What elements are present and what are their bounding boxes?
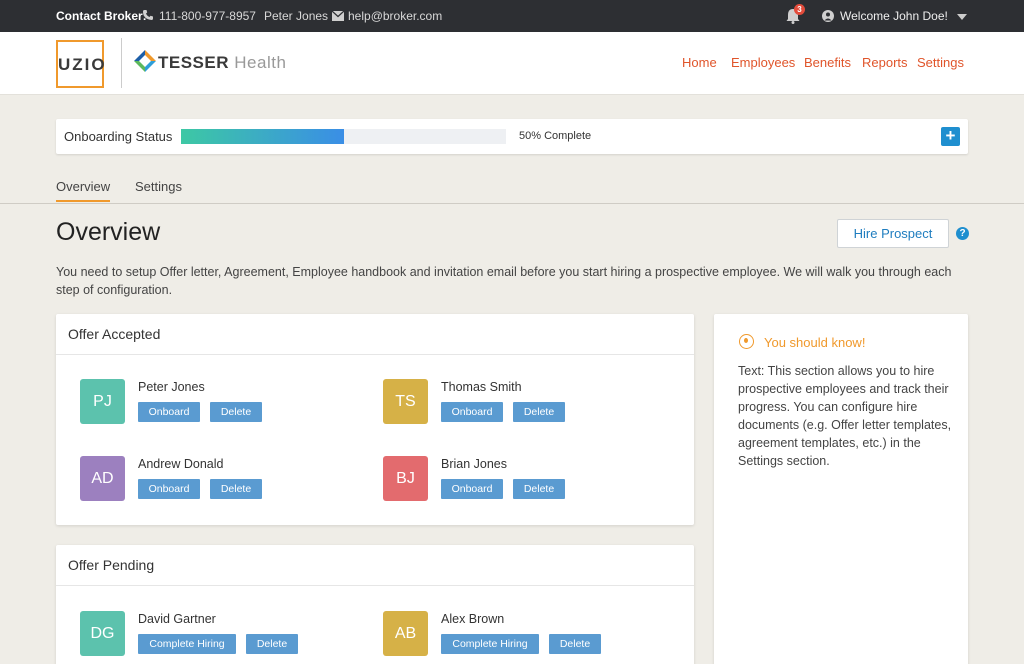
onboarding-status-label: Onboarding Status	[64, 129, 173, 144]
onboard-button[interactable]: Onboard	[441, 479, 503, 499]
nav-home[interactable]: Home	[682, 55, 717, 70]
onboarding-status-card: Onboarding Status 50% Complete +	[56, 119, 968, 154]
tesser-health-logo: TESSER Health	[158, 53, 286, 73]
uzio-logo-text: UZIO	[58, 55, 107, 75]
avatar[interactable]: AB	[383, 611, 428, 656]
onboarding-progress-bar	[181, 129, 506, 144]
tesser-suffix-text: Health	[234, 53, 287, 72]
location-pin-icon	[739, 334, 754, 349]
delete-button[interactable]: Delete	[549, 634, 601, 654]
offer-accepted-title: Offer Accepted	[68, 326, 161, 342]
employee-name: Brian Jones	[441, 457, 508, 471]
nav-benefits[interactable]: Benefits	[804, 55, 851, 70]
onboard-button[interactable]: Onboard	[138, 402, 200, 422]
tab-overview[interactable]: Overview	[56, 179, 111, 202]
welcome-user-menu[interactable]: Welcome John Doe!	[840, 9, 948, 23]
contact-broker-label: Contact Broker:	[56, 9, 147, 23]
employee-item: AB Alex Brown Complete Hiring Delete	[383, 611, 643, 657]
offer-accepted-card: Offer Accepted PJ Peter Jones Onboard De…	[56, 314, 694, 525]
card-divider	[56, 354, 694, 355]
offer-pending-card: Offer Pending DG David Gartner Complete …	[56, 545, 694, 664]
complete-hiring-button[interactable]: Complete Hiring	[138, 634, 236, 654]
user-menu-caret-icon[interactable]	[957, 14, 967, 20]
employee-name: Thomas Smith	[441, 380, 522, 394]
broker-phone[interactable]: 111-800-977-8957	[159, 9, 256, 23]
card-divider	[56, 585, 694, 586]
employee-item: AD Andrew Donald Onboard Delete	[80, 456, 340, 502]
uzio-logo[interactable]: UZIO	[56, 40, 107, 88]
expand-status-button[interactable]: +	[941, 127, 960, 146]
delete-button[interactable]: Delete	[210, 479, 262, 499]
info-title: You should know!	[764, 335, 866, 350]
employee-name: Alex Brown	[441, 612, 505, 626]
avatar[interactable]: TS	[383, 379, 428, 424]
notifications-count-badge: 3	[794, 4, 805, 15]
employee-item: BJ Brian Jones Onboard Delete	[383, 456, 643, 502]
onboard-button[interactable]: Onboard	[138, 479, 200, 499]
tabs-divider	[0, 203, 1024, 204]
offer-pending-title: Offer Pending	[68, 557, 155, 573]
help-icon[interactable]: ?	[956, 227, 969, 240]
onboarding-progress-fill	[181, 129, 344, 144]
avatar[interactable]: AD	[80, 456, 125, 501]
intro-text: You need to setup Offer letter, Agreemen…	[56, 265, 952, 297]
employee-name: Peter Jones	[138, 380, 205, 394]
app-header: UZIO TESSER Health Home Employees Benefi…	[0, 32, 1024, 95]
employee-name: David Gartner	[138, 612, 216, 626]
avatar[interactable]: BJ	[383, 456, 428, 501]
onboard-button[interactable]: Onboard	[441, 402, 503, 422]
nav-reports[interactable]: Reports	[862, 55, 908, 70]
delete-button[interactable]: Delete	[210, 402, 262, 422]
page-title: Overview	[56, 218, 161, 246]
employee-item: TS Thomas Smith Onboard Delete	[383, 379, 643, 425]
mail-icon	[331, 10, 345, 24]
avatar[interactable]: DG	[80, 611, 125, 656]
nav-settings[interactable]: Settings	[917, 55, 964, 70]
employee-item: PJ Peter Jones Onboard Delete	[80, 379, 340, 425]
tesser-brand-text: TESSER	[158, 53, 230, 72]
employee-item: DG David Gartner Complete Hiring Delete	[80, 611, 340, 657]
logo-divider	[121, 38, 122, 88]
hire-prospect-button[interactable]: Hire Prospect	[837, 219, 949, 248]
info-text: Text: This section allows you to hire pr…	[738, 364, 952, 468]
delete-button[interactable]: Delete	[513, 479, 565, 499]
broker-name: Peter Jones	[264, 9, 329, 23]
nav-employees[interactable]: Employees	[731, 55, 795, 70]
info-panel: You should know! Text: This section allo…	[714, 314, 968, 664]
avatar[interactable]: PJ	[80, 379, 125, 424]
onboarding-progress-text: 50% Complete	[519, 130, 592, 142]
employee-name: Andrew Donald	[138, 457, 224, 471]
delete-button[interactable]: Delete	[246, 634, 298, 654]
complete-hiring-button[interactable]: Complete Hiring	[441, 634, 539, 654]
tesser-logo-mark-icon	[134, 50, 156, 77]
phone-icon	[142, 9, 154, 24]
user-icon	[822, 10, 834, 25]
broker-email[interactable]: help@broker.com	[348, 9, 442, 23]
tab-settings[interactable]: Settings	[135, 179, 182, 194]
top-bar: Contact Broker: 111-800-977-8957 Peter J…	[0, 0, 1024, 32]
delete-button[interactable]: Delete	[513, 402, 565, 422]
